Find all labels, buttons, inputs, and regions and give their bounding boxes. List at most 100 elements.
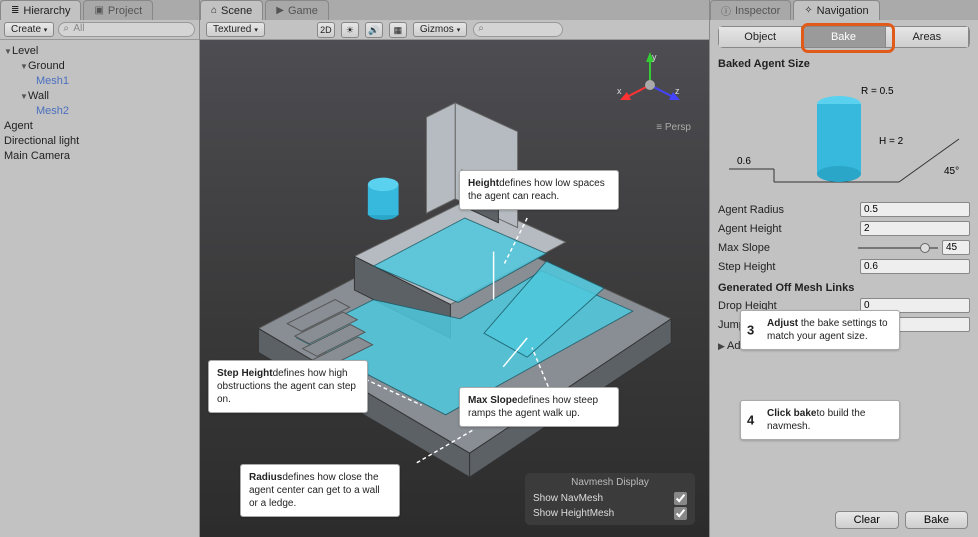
callout-slope-b: Max Slope — [468, 395, 517, 406]
list-item[interactable]: Mesh2 — [2, 104, 197, 119]
bake-buttons: Clear Bake — [835, 511, 968, 529]
tab-navigation[interactable]: ✧Navigation — [793, 0, 879, 20]
create-label: Create — [11, 24, 41, 35]
tab-project[interactable]: ▣ Project — [83, 0, 153, 20]
fold-icon[interactable]: ▼ — [20, 59, 28, 74]
tab-project-label: Project — [108, 5, 142, 17]
shading-dropdown[interactable]: Textured▾ — [206, 22, 265, 37]
gizmos-dropdown[interactable]: Gizmos▾ — [413, 22, 467, 37]
scene-geometry — [220, 50, 700, 530]
gen-off-title: Generated Off Mesh Links — [718, 282, 970, 294]
subtab-object[interactable]: Object — [719, 27, 802, 47]
dropdown-caret-icon: ▾ — [457, 26, 461, 34]
scene-viewport[interactable]: y z x ≡ Persp Heightdefines how low spac… — [200, 40, 709, 537]
toggle-2d[interactable]: 2D — [317, 22, 335, 38]
max-slope-slider[interactable] — [858, 241, 938, 255]
tab-inspector[interactable]: ⓘ Inspector — [710, 0, 791, 20]
callout-4-b: Click bake — [767, 408, 816, 419]
scene-tabs: ⌂Scene ▶ Game — [200, 0, 709, 20]
callout-slope: Max Slopedefines how steep ramps the age… — [459, 387, 619, 427]
toggle-lighting-icon[interactable]: ☀ — [341, 22, 359, 38]
item-label: Agent — [4, 120, 33, 132]
callout-radius-b: Radius — [249, 472, 282, 483]
list-item[interactable]: Mesh1 — [2, 74, 197, 89]
folder-icon: ▣ — [94, 5, 103, 16]
toggle-fx-icon[interactable]: ▦ — [389, 22, 407, 38]
tab-game[interactable]: ▶ Game — [265, 0, 329, 20]
navigation-subtabs: Object Bake Areas — [718, 26, 970, 48]
item-label: Directional light — [4, 135, 79, 147]
callout-step: Step Heightdefines how high obstructions… — [208, 360, 368, 413]
baked-agent-title: Baked Agent Size — [718, 58, 970, 70]
max-slope-label: Max Slope — [718, 242, 858, 254]
item-label: Main Camera — [4, 150, 70, 162]
item-label: Wall — [28, 90, 49, 102]
toggle-audio-icon[interactable]: 🔊 — [365, 22, 383, 38]
show-navmesh-label: Show NavMesh — [533, 493, 603, 504]
diagram-angle-label: 45° — [944, 166, 959, 177]
list-item[interactable]: ▼Wall — [2, 89, 197, 104]
show-heightmesh-label: Show HeightMesh — [533, 508, 614, 519]
tab-scene[interactable]: ⌂Scene — [200, 0, 263, 20]
bake-button[interactable]: Bake — [905, 511, 968, 529]
max-slope-input[interactable] — [942, 240, 970, 255]
param-max-slope: Max Slope — [718, 239, 970, 256]
search-icon: ⌕ — [63, 23, 69, 34]
fold-icon[interactable]: ▼ — [4, 44, 12, 59]
inspector-tabs: ⓘ Inspector ✧Navigation — [710, 0, 978, 20]
param-agent-height: Agent Height — [718, 220, 970, 237]
scene-panel: ⌂Scene ▶Game Textured▾ 2D ☀ 🔊 ▦ Gizmos▾ … — [200, 0, 710, 537]
list-item[interactable]: Agent — [2, 119, 197, 134]
callout-step-b: Step Height — [217, 368, 273, 379]
scene-search-input[interactable]: ⌕ — [473, 22, 563, 37]
callout-height-b: Height — [468, 178, 499, 189]
dropdown-caret-icon: ▾ — [44, 27, 48, 34]
create-button[interactable]: Create ▾ — [4, 22, 54, 37]
clear-button[interactable]: Clear — [835, 511, 899, 529]
game-icon: ▶ — [276, 5, 284, 16]
list-item[interactable]: ▼Ground — [2, 59, 197, 74]
param-step-height: Step Height — [718, 258, 970, 275]
callout-3-num: 3 — [747, 324, 754, 337]
diagram-r-label: R = 0.5 — [861, 86, 894, 97]
show-navmesh-checkbox[interactable] — [674, 492, 687, 505]
tab-scene-label: Scene — [221, 5, 252, 17]
item-label: Mesh1 — [36, 75, 69, 87]
info-icon: ⓘ — [721, 3, 731, 18]
callout-height: Heightdefines how low spaces the agent c… — [459, 170, 619, 210]
fold-icon[interactable]: ▼ — [20, 89, 28, 104]
item-label: Ground — [28, 60, 65, 72]
gizmos-label: Gizmos — [420, 24, 454, 35]
list-item[interactable]: Directional light — [2, 134, 197, 149]
svg-text:z: z — [675, 86, 680, 96]
search-input[interactable]: ⌕ All — [58, 22, 195, 37]
item-label: Mesh2 — [36, 105, 69, 117]
tab-game-label: Game — [288, 5, 318, 17]
callout-4: 4 Click baketo build the navmesh. — [740, 400, 900, 440]
callout-3: 3 Adjust the bake settings to match your… — [740, 310, 900, 350]
scene-toolbar: Textured▾ 2D ☀ 🔊 ▦ Gizmos▾ ⌕ — [200, 20, 709, 40]
agent-radius-input[interactable] — [860, 202, 970, 217]
search-icon: ⌕ — [478, 23, 484, 34]
step-height-input[interactable] — [860, 259, 970, 274]
step-height-label: Step Height — [718, 261, 860, 273]
list-item[interactable]: ▼Level — [2, 44, 197, 59]
navmesh-display-panel: Navmesh Display Show NavMesh Show Height… — [525, 473, 695, 525]
agent-height-input[interactable] — [860, 221, 970, 236]
list-item[interactable]: Main Camera — [2, 149, 197, 164]
tab-inspector-label: Inspector — [735, 5, 780, 17]
orientation-gizmo[interactable]: y z x — [615, 50, 685, 120]
param-agent-radius: Agent Radius — [718, 201, 970, 218]
hierarchy-list: ▼Level ▼Ground Mesh1 ▼Wall Mesh2 Agent D… — [0, 40, 199, 168]
hierarchy-toolbar: Create ▾ ⌕ All — [0, 20, 199, 40]
tab-hierarchy[interactable]: ≣Hierarchy — [0, 0, 81, 20]
navigation-icon: ✧ — [804, 5, 812, 16]
shading-label: Textured — [213, 24, 251, 35]
subtab-bake[interactable]: Bake — [802, 27, 885, 47]
search-placeholder: All — [73, 23, 84, 34]
hierarchy-panel: ≣Hierarchy ▣ Project Create ▾ ⌕ All ▼Level… — [0, 0, 200, 537]
show-heightmesh-checkbox[interactable] — [674, 507, 687, 520]
callout-3-b: Adjust — [767, 318, 798, 329]
subtab-areas[interactable]: Areas — [886, 27, 969, 47]
diagram-step-label: 0.6 — [737, 156, 751, 167]
